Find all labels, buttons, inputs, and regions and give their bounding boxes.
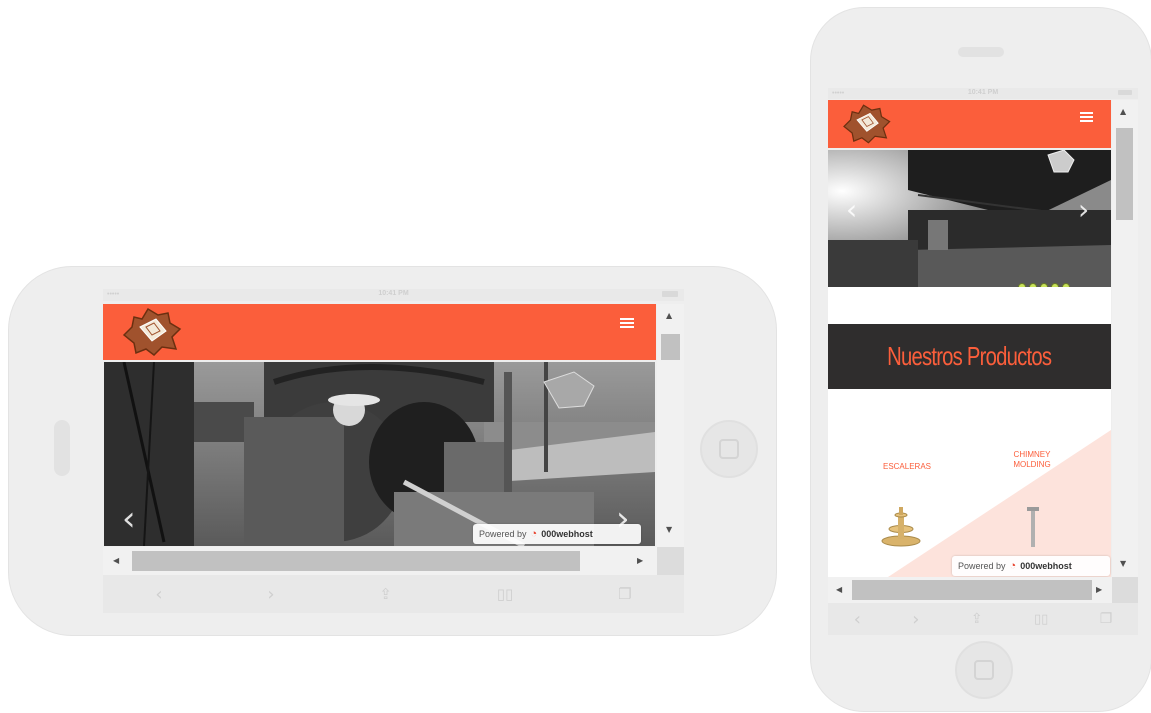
battery-icon xyxy=(1118,90,1132,95)
menu-hamburger-icon[interactable] xyxy=(1080,112,1093,124)
landscape-hero-slider[interactable]: ‹ › xyxy=(104,362,655,546)
site-logo[interactable] xyxy=(838,102,894,146)
scroll-right-arrow-icon[interactable]: ▶ xyxy=(637,557,643,565)
slider-prev-chevron-left-icon[interactable]: ‹ xyxy=(122,502,136,536)
webhost-brand-text: 000webhost xyxy=(541,529,593,539)
portrait-horizontal-scrollbar[interactable]: ◀ ▶ xyxy=(828,577,1112,603)
back-icon[interactable]: ‹ xyxy=(854,609,861,630)
landscape-horizontal-scrollbar[interactable]: ◀ ▶ xyxy=(103,547,657,575)
powered-by-badge[interactable]: Powered by ◔ 000webhost xyxy=(952,556,1110,576)
tabs-icon[interactable]: ❐ xyxy=(618,585,631,603)
portrait-hero-slider[interactable]: ‹ › xyxy=(828,150,1111,287)
book-icon[interactable]: ▯▯ xyxy=(497,585,514,603)
portrait-browser-toolbar: ‹ › ⇪ ▯▯ ❐ xyxy=(828,603,1138,635)
portrait-vertical-scrollbar[interactable]: ▲ ▼ xyxy=(1112,100,1138,577)
webhost-logo-icon: ◔ xyxy=(1009,560,1017,572)
webhost-brand-text: 000webhost xyxy=(1020,561,1072,571)
scroll-left-arrow-icon[interactable]: ◀ xyxy=(836,586,842,594)
powered-by-text: Powered by xyxy=(479,529,527,539)
landscape-status-bar: ••••• 10:41 PM xyxy=(103,289,684,301)
book-icon[interactable]: ▯▯ xyxy=(1034,612,1048,627)
powered-by-text: Powered by xyxy=(958,561,1006,571)
portrait-home-button[interactable] xyxy=(955,641,1013,699)
webhost-logo-icon: ◔ xyxy=(530,528,538,540)
slider-next-chevron-right-icon[interactable]: › xyxy=(1078,196,1089,224)
landscape-speaker xyxy=(54,420,70,476)
scroll-up-arrow-icon[interactable]: ▲ xyxy=(1120,108,1126,116)
products-section-header: Nuestros Productos xyxy=(828,324,1111,389)
carrier-signal: ••••• xyxy=(107,291,120,298)
product-label-chimney-molding[interactable]: CHIMNEY MOLDING xyxy=(997,450,1067,470)
slider-prev-chevron-left-icon[interactable]: ‹ xyxy=(846,196,857,224)
portrait-status-bar: ••••• 10:41 PM xyxy=(828,88,1138,99)
hero-photo xyxy=(828,150,1111,287)
scroll-corner xyxy=(657,547,684,575)
menu-hamburger-icon[interactable] xyxy=(620,318,634,330)
scroll-down-arrow-icon[interactable]: ▼ xyxy=(666,526,672,534)
scroll-corner xyxy=(1112,577,1138,603)
section-title: Nuestros Productos xyxy=(887,341,1052,371)
carrier-signal: ••••• xyxy=(832,90,845,97)
products-background-shape xyxy=(888,430,1111,577)
scroll-right-arrow-icon[interactable]: ▶ xyxy=(1096,586,1102,594)
hero-photo xyxy=(104,362,655,546)
landscape-browser-toolbar: ‹ › ⇪ ▯▯ ❐ xyxy=(103,575,684,613)
status-time: 10:41 PM xyxy=(378,290,409,297)
back-icon[interactable]: ‹ xyxy=(155,584,162,605)
scroll-left-arrow-icon[interactable]: ◀ xyxy=(113,557,119,565)
product-image-fountain[interactable] xyxy=(880,503,922,547)
landscape-home-button[interactable] xyxy=(700,420,758,478)
share-icon[interactable]: ⇪ xyxy=(379,585,392,603)
landscape-vertical-scrollbar[interactable]: ▲ ▼ xyxy=(657,304,684,547)
battery-icon xyxy=(662,291,678,297)
product-label-escaleras[interactable]: ESCALERAS xyxy=(872,462,942,472)
share-icon[interactable]: ⇪ xyxy=(971,611,983,627)
status-time: 10:41 PM xyxy=(967,89,999,96)
scroll-down-arrow-icon[interactable]: ▼ xyxy=(1120,560,1126,568)
forward-icon[interactable]: › xyxy=(912,609,919,630)
scroll-up-arrow-icon[interactable]: ▲ xyxy=(666,312,672,320)
site-logo[interactable] xyxy=(118,305,184,359)
tabs-icon[interactable]: ❐ xyxy=(1100,611,1113,627)
product-image-molding[interactable] xyxy=(1025,505,1041,549)
forward-icon[interactable]: › xyxy=(267,584,274,605)
portrait-speaker xyxy=(958,47,1004,57)
landscape-site-header xyxy=(103,304,656,360)
powered-by-badge[interactable]: Powered by ◔ 000webhost xyxy=(473,524,641,544)
